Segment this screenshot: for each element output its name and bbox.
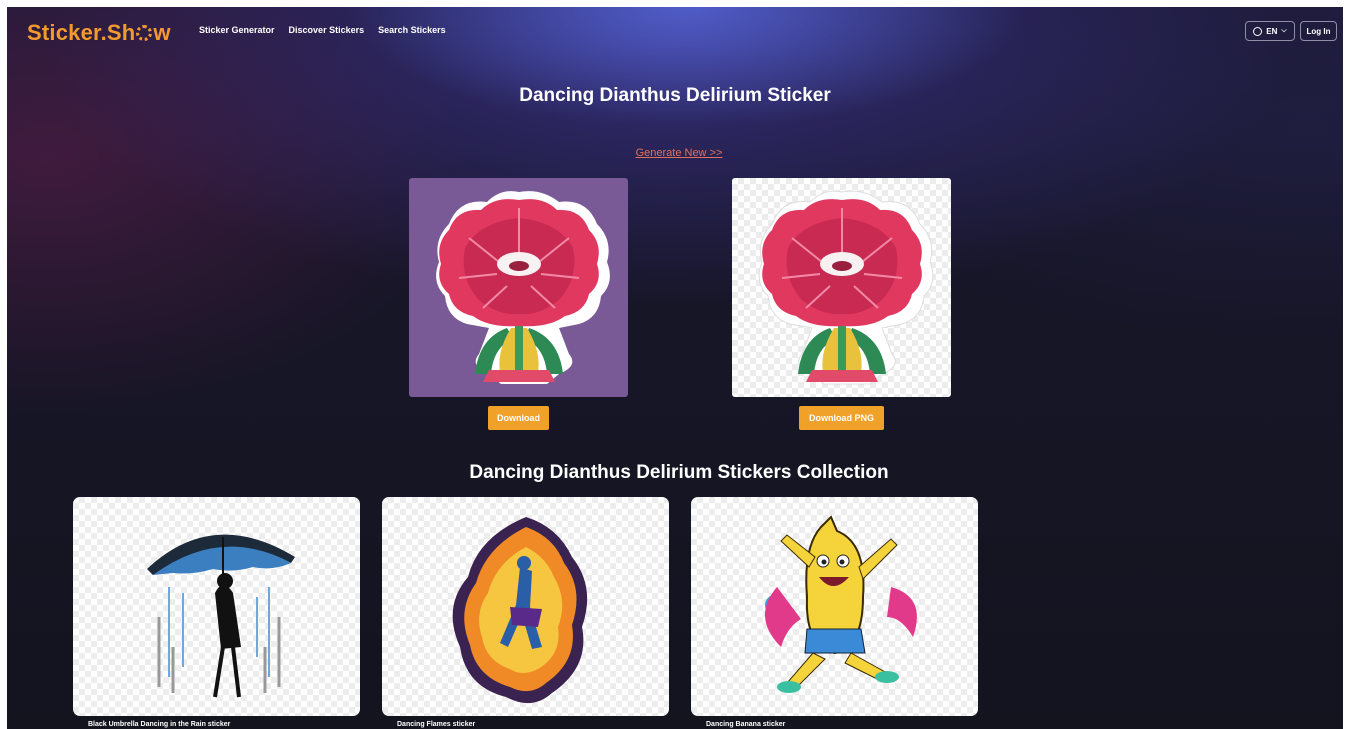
collection-card-flames-label[interactable]: Dancing Flames sticker bbox=[397, 721, 475, 728]
collection-card-banana-label[interactable]: Dancing Banana sticker bbox=[706, 721, 785, 728]
logo-text-part2: w bbox=[153, 20, 171, 45]
collection-title: Dancing Dianthus Delirium Stickers Colle… bbox=[469, 462, 889, 483]
chevron-down-icon: ⌵ bbox=[1281, 27, 1287, 34]
dianthus-flower-png-image bbox=[758, 190, 934, 385]
dianthus-flower-image bbox=[436, 191, 610, 384]
logo-text-part1: Sticker.Sh bbox=[27, 20, 136, 45]
sticker-preview-original[interactable] bbox=[409, 178, 628, 397]
collection-card-umbrella-label[interactable]: Black Umbrella Dancing in the Rain stick… bbox=[88, 721, 230, 728]
globe-icon bbox=[1253, 26, 1263, 36]
logo-gear-icon bbox=[136, 25, 153, 41]
language-label: EN bbox=[1266, 26, 1278, 36]
collection-card-banana[interactable] bbox=[691, 497, 978, 716]
collection-card-flames[interactable] bbox=[382, 497, 669, 716]
umbrella-dancer-image bbox=[147, 534, 295, 698]
collection-card-umbrella[interactable] bbox=[73, 497, 360, 716]
nav-search-stickers[interactable]: Search Stickers bbox=[378, 25, 446, 35]
flame-dancer-image bbox=[452, 517, 588, 704]
nav-sticker-generator[interactable]: Sticker Generator bbox=[199, 25, 275, 35]
login-button[interactable]: Log In bbox=[1300, 21, 1337, 41]
download-png-button[interactable]: Download PNG bbox=[799, 406, 884, 430]
download-button[interactable]: Download bbox=[488, 406, 549, 430]
main-nav: Sticker Generator Discover Stickers Sear… bbox=[199, 25, 446, 35]
page-title: Dancing Dianthus Delirium Sticker bbox=[519, 85, 831, 106]
language-selector[interactable]: EN ⌵ bbox=[1245, 21, 1295, 41]
site-logo[interactable]: Sticker.Sh w bbox=[27, 20, 171, 46]
generate-new-link[interactable]: Generate New >> bbox=[7, 147, 1343, 159]
sticker-preview-png[interactable] bbox=[732, 178, 951, 397]
nav-discover-stickers[interactable]: Discover Stickers bbox=[289, 25, 365, 35]
page-frame: Sticker.Sh w Sticker Generator Discover S… bbox=[7, 7, 1343, 729]
dancing-banana-image bbox=[764, 515, 917, 693]
